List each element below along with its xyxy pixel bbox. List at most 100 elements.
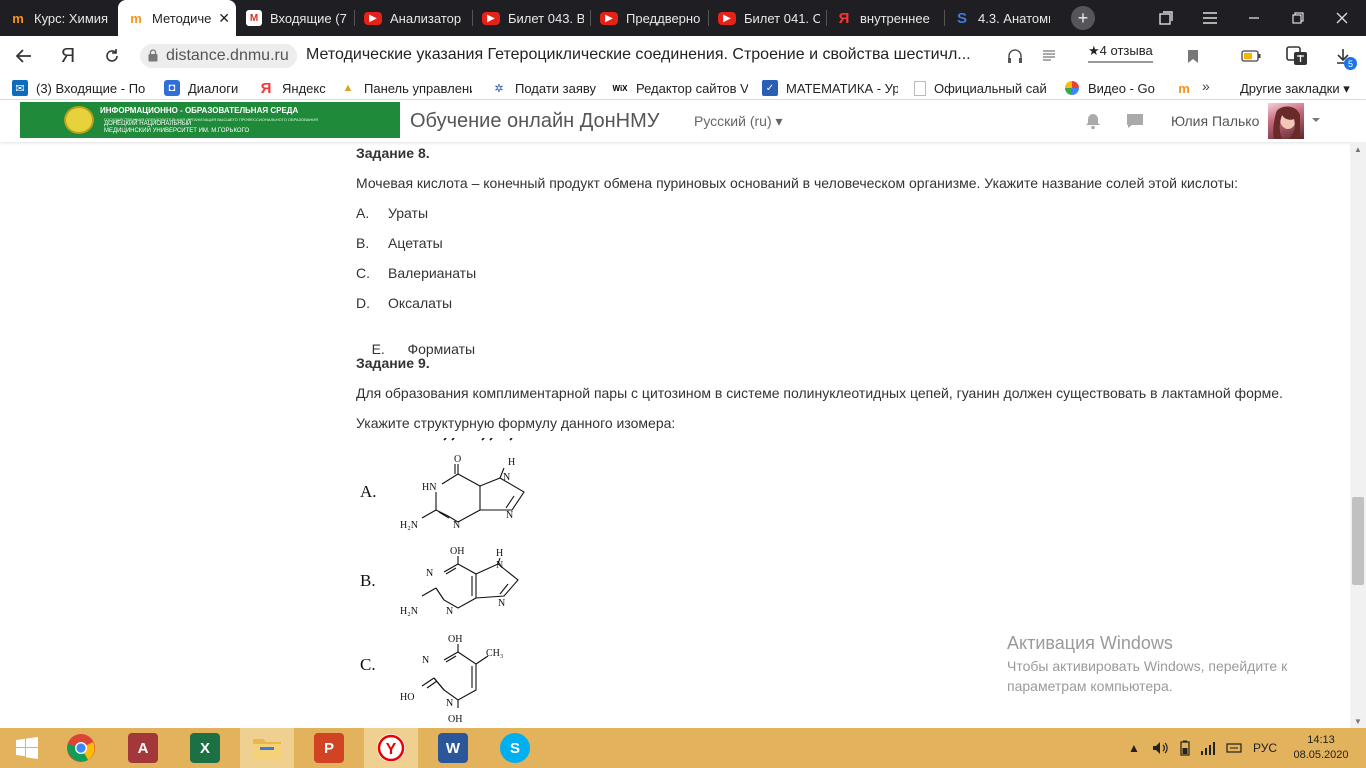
browser-tab-bar: m Курс: Химия m Методиче ✕ M Входящие (7… xyxy=(0,0,1366,36)
math-icon: ✓ xyxy=(762,80,778,96)
atom-h2n-a: H₂N xyxy=(400,520,418,531)
avatar[interactable] xyxy=(1268,103,1304,139)
task-8-option-d: D. Оксалаты xyxy=(356,295,453,311)
tab-kurs[interactable]: m Курс: Химия xyxy=(0,0,118,36)
scrollbar[interactable] xyxy=(1350,142,1366,728)
atom-n-b4: N xyxy=(446,606,453,617)
language-menu[interactable]: Русский (ru) ▾ xyxy=(694,113,783,130)
bookmark-wix[interactable]: WiX Редактор сайтов V xyxy=(612,79,748,97)
explorer-icon[interactable] xyxy=(240,728,294,768)
windows-activation-title: Активация Windows xyxy=(1007,633,1173,653)
bookmark-dialogs[interactable]: ◘ Диалоги xyxy=(164,79,248,97)
bookmark-icon[interactable] xyxy=(1182,45,1204,67)
site-name[interactable]: Обучение онлайн ДонНМУ xyxy=(410,110,660,133)
molecule-drawings: O H HN N N N H₂N OH H N N N N H₂N OH CH₃… xyxy=(400,438,525,725)
bookmark-official[interactable]: Официальный сай xyxy=(914,79,1046,97)
bookmark-yandex[interactable]: Я Яндекс xyxy=(258,79,330,97)
translate-icon[interactable] xyxy=(1286,45,1308,67)
youtube-icon: ▶ xyxy=(718,11,736,25)
access-icon[interactable]: A xyxy=(116,728,170,768)
atom-h-b: H xyxy=(496,548,503,559)
tray-show-hidden-icon[interactable]: ▲ xyxy=(1128,728,1140,768)
scroll-up-icon[interactable]: ▲ xyxy=(1350,142,1366,156)
atom-n-b1: N xyxy=(426,568,433,579)
new-tab-button[interactable]: + xyxy=(1071,6,1095,30)
excel-icon[interactable]: X xyxy=(178,728,232,768)
url-domain: distance.dnmu.ru xyxy=(166,47,289,64)
powerpoint-icon[interactable]: P xyxy=(302,728,356,768)
panel-icon: ▲ xyxy=(342,82,354,94)
tab-manager-icon[interactable] xyxy=(1144,0,1188,36)
word-icon[interactable]: W xyxy=(426,728,480,768)
other-bookmarks[interactable]: Другие закладки ▾ xyxy=(1240,81,1350,97)
bookmark-math[interactable]: ✓ МАТЕМАТИКА - Ур xyxy=(762,79,898,97)
bookmark-moodle[interactable]: m xyxy=(1176,79,1196,97)
language-indicator[interactable]: РУС xyxy=(1253,728,1277,768)
moodle-icon: m xyxy=(12,10,24,26)
tab-yandex[interactable]: Я внутреннее xyxy=(826,0,944,36)
yandex-icon: Я xyxy=(260,79,272,97)
atom-n-b2: N xyxy=(496,560,503,571)
atom-hn-a: HN xyxy=(422,482,436,493)
bookmark-video[interactable]: Видео - Go xyxy=(1064,79,1160,97)
moodle-icon: m xyxy=(130,10,142,26)
notifications-icon[interactable] xyxy=(1084,112,1102,130)
signal-icon[interactable] xyxy=(1200,728,1216,768)
skype-icon[interactable]: S xyxy=(488,728,542,768)
photos-icon xyxy=(1064,80,1080,96)
bookmark-outlook[interactable]: ✉ (3) Входящие - По xyxy=(12,79,152,97)
doc-icon xyxy=(914,80,926,96)
url-field[interactable]: distance.dnmu.ru xyxy=(140,44,297,68)
tab-metodicheskie[interactable]: m Методиче ✕ xyxy=(118,0,236,36)
bookmark-zayava[interactable]: ✲ Подати заяву xyxy=(491,79,601,97)
emblem-icon: ✲ xyxy=(494,82,504,95)
back-icon[interactable] xyxy=(12,44,36,68)
start-icon[interactable] xyxy=(0,728,54,768)
tab-youtube-1[interactable]: ▶ Анализатор xyxy=(354,0,472,36)
menu-icon[interactable] xyxy=(1188,0,1232,36)
chrome-icon[interactable] xyxy=(54,728,108,768)
restore-icon[interactable] xyxy=(1276,0,1320,36)
tab-anatomy[interactable]: S 4.3. Анатоми xyxy=(944,0,1056,36)
site-header: ИНФОРМАЦИОННО - ОБРАЗОВАТЕЛЬНАЯ СРЕДА ГО… xyxy=(0,100,1366,142)
scroll-down-icon[interactable]: ▼ xyxy=(1350,714,1366,728)
bookmarks-more-icon[interactable]: » xyxy=(1202,78,1210,94)
volume-icon[interactable] xyxy=(1152,728,1168,768)
lock-icon xyxy=(148,49,158,62)
address-bar: Я distance.dnmu.ru Методические указания… xyxy=(0,36,1366,76)
svg-text:Y: Y xyxy=(386,741,397,758)
yandex-icon: Я xyxy=(838,9,850,27)
tab-youtube-4[interactable]: ▶ Билет 041. С xyxy=(708,0,826,36)
windows-taskbar: A X P Y W S ▲ РУС 14:13 08.05.2020 xyxy=(0,728,1366,768)
headphones-icon[interactable] xyxy=(1004,45,1026,67)
scrollbar-thumb[interactable] xyxy=(1352,497,1364,585)
battery-saver-icon[interactable] xyxy=(1240,45,1262,67)
network-icon[interactable] xyxy=(1226,728,1242,768)
battery-icon[interactable] xyxy=(1180,728,1190,768)
taskbar-clock[interactable]: 14:13 08.05.2020 xyxy=(1290,733,1352,763)
tab-gmail[interactable]: M Входящие (7 xyxy=(236,0,354,36)
close-tab-icon[interactable]: ✕ xyxy=(218,10,230,27)
wix-icon: WiX xyxy=(612,83,628,93)
download-count-badge: 5 xyxy=(1344,57,1357,70)
user-menu-name[interactable]: Юлия Палько xyxy=(1171,113,1259,129)
close-window-icon[interactable] xyxy=(1320,0,1364,36)
tab-youtube-3[interactable]: ▶ Преддверно xyxy=(590,0,708,36)
site-logo[interactable]: ИНФОРМАЦИОННО - ОБРАЗОВАТЕЛЬНАЯ СРЕДА ГО… xyxy=(20,102,400,138)
messages-icon[interactable] xyxy=(1126,112,1144,130)
atom-h2n-b: H₂N xyxy=(400,606,418,617)
tab-youtube-2[interactable]: ▶ Билет 043. В xyxy=(472,0,590,36)
reviews-badge[interactable]: ★4 отзыва xyxy=(1088,43,1153,63)
atom-n-a2: N xyxy=(506,510,513,521)
yandex-browser-icon[interactable]: Y xyxy=(364,728,418,768)
reader-mode-icon[interactable] xyxy=(1038,45,1060,67)
reload-icon[interactable] xyxy=(100,44,124,68)
chevron-down-icon[interactable] xyxy=(1310,114,1322,126)
yandex-home-icon[interactable]: Я xyxy=(56,44,80,68)
atom-n-a1: N xyxy=(503,472,510,483)
minimize-icon[interactable] xyxy=(1232,0,1276,36)
dialogs-icon: ◘ xyxy=(164,80,180,96)
youtube-icon: ▶ xyxy=(600,11,618,25)
s-icon: S xyxy=(956,9,967,27)
bookmark-panel[interactable]: ▲ Панель управлени xyxy=(340,79,472,97)
